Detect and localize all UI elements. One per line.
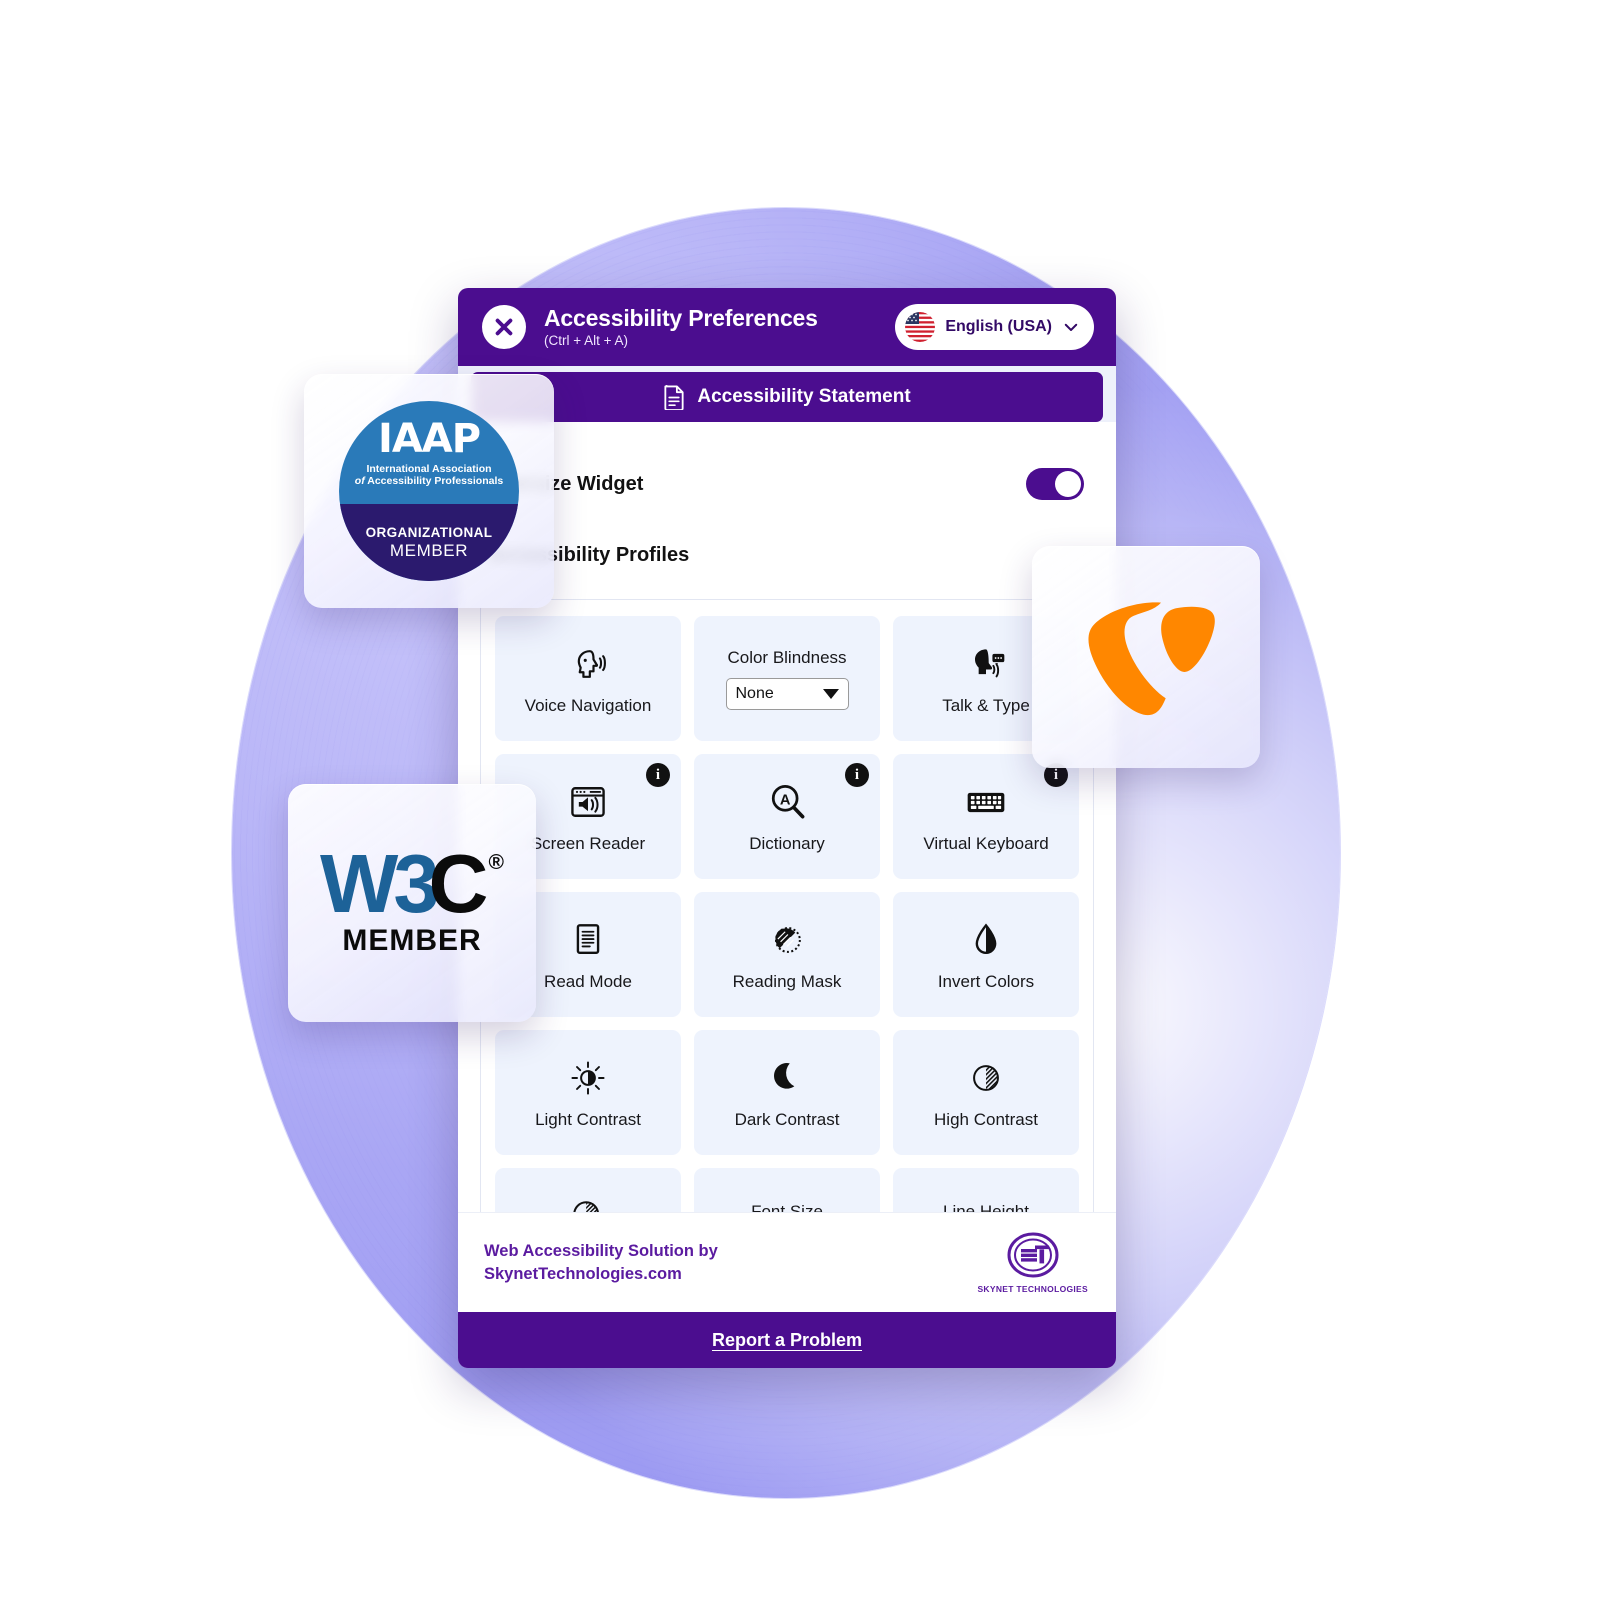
- registered-trademark-icon: ®: [488, 851, 504, 875]
- tile-label: Line Height: [942, 1202, 1029, 1212]
- tile-reading-mask[interactable]: Reading Mask: [694, 892, 880, 1017]
- tile-label: Screen Reader: [530, 833, 646, 853]
- w3c-badge: W3 C ® MEMBER: [320, 837, 504, 957]
- keyboard-shortcut: (Ctrl + Alt + A): [544, 333, 629, 349]
- close-button[interactable]: [482, 305, 526, 349]
- feature-grid: Voice Navigation Color Blindness None Ta…: [495, 616, 1079, 1212]
- iaap-line2-of: of: [354, 474, 365, 487]
- tile-font-size[interactable]: Font Size 100%: [694, 1168, 880, 1212]
- tile-label: Dictionary: [749, 833, 825, 853]
- iaap-acronym: IAAP: [377, 415, 481, 462]
- tile-dark-contrast[interactable]: Dark Contrast: [694, 1030, 880, 1155]
- tile-label: Font Size: [751, 1202, 823, 1212]
- iaap-line2-rest: Accessibility Professionals: [364, 474, 504, 487]
- toggle-knob: [1055, 471, 1081, 497]
- sun-half-icon: [566, 1056, 610, 1100]
- iaap-line1: International Association: [366, 462, 492, 475]
- screen-speaker-icon: [566, 780, 610, 824]
- header-titles: Accessibility Preferences (Ctrl + Alt + …: [544, 304, 877, 349]
- language-label: English (USA): [945, 318, 1052, 335]
- page-title: Accessibility Preferences: [544, 304, 818, 331]
- w3c-mark-blue: W3: [320, 837, 439, 931]
- iaap-badge: IAAP International Association of Access…: [339, 401, 519, 581]
- typo3-badge-card: [1032, 546, 1260, 768]
- language-selector[interactable]: English (USA): [895, 304, 1094, 350]
- accessibility-statement-button[interactable]: Accessibility Statement: [471, 372, 1103, 422]
- speaking-head-icon: [566, 642, 610, 686]
- tile-label: Virtual Keyboard: [923, 833, 1049, 853]
- info-icon[interactable]: i: [845, 763, 869, 787]
- tile-dictionary[interactable]: i A Dictionary: [694, 754, 880, 879]
- tile-virtual-keyboard[interactable]: i Virtual Keyboard: [893, 754, 1079, 879]
- info-icon[interactable]: i: [646, 763, 670, 787]
- oversize-widget-row: Oversize Widget: [476, 422, 1098, 500]
- keyboard-icon: [964, 780, 1008, 824]
- tile-label: Invert Colors: [937, 971, 1035, 991]
- iaap-member: MEMBER: [389, 540, 469, 560]
- iaap-badge-card: IAAP International Association of Access…: [304, 374, 554, 608]
- st-monogram-icon: [1007, 1232, 1059, 1278]
- tile-label: Read Mode: [544, 971, 632, 991]
- tile-label: Reading Mask: [732, 971, 842, 991]
- skynet-technologies-logo: SKYNET TECHNOLOGIES: [977, 1231, 1088, 1294]
- usa-flag-icon: [905, 312, 936, 342]
- accessibility-profiles-label: Accessibility Profiles: [488, 544, 690, 566]
- circle-half-hatched-icon: [964, 1056, 1008, 1100]
- feature-grid-card: Voice Navigation Color Blindness None Ta…: [480, 599, 1094, 1212]
- w3c-member-label: MEMBER: [342, 923, 482, 957]
- iaap-badge-bottom: ORGANIZATIONAL MEMBER: [339, 504, 519, 581]
- tile-voice-navigation[interactable]: Voice Navigation: [495, 616, 681, 741]
- circle-half-gear-icon: [566, 1194, 610, 1212]
- color-blindness-value: None: [735, 684, 774, 702]
- droplet-half-icon: [964, 918, 1008, 962]
- talk-bubble-head-icon: [964, 642, 1008, 686]
- w3c-mark-black: C: [428, 837, 489, 931]
- report-a-problem-button[interactable]: Report a Problem: [458, 1312, 1116, 1368]
- widget-header: Accessibility Preferences (Ctrl + Alt + …: [458, 288, 1116, 366]
- tile-label: Talk & Type: [942, 695, 1030, 715]
- tile-light-contrast[interactable]: Light Contrast: [495, 1030, 681, 1155]
- w3c-badge-card: W3 C ® MEMBER: [288, 784, 536, 1022]
- moon-icon: [765, 1056, 809, 1100]
- report-a-problem-label: Report a Problem: [711, 1329, 863, 1350]
- tile-smart-contrast[interactable]: Smart Contrast: [495, 1168, 681, 1212]
- document-lines-icon: [566, 918, 610, 962]
- accessibility-widget-panel: Accessibility Preferences (Ctrl + Alt + …: [458, 288, 1116, 1368]
- caret-down-icon: [822, 688, 839, 699]
- tile-invert-colors[interactable]: Invert Colors: [893, 892, 1079, 1017]
- tile-label: High Contrast: [934, 1109, 1038, 1129]
- svg-text:A: A: [780, 792, 791, 808]
- mask-brush-icon: [765, 918, 809, 962]
- skynet-logo-name: SKYNET TECHNOLOGIES: [977, 1284, 1088, 1294]
- footer-credit-line2: SkynetTechnologies.com: [484, 1264, 682, 1283]
- screenshot-stage: Accessibility Preferences (Ctrl + Alt + …: [0, 0, 1603, 1619]
- close-x-icon: [495, 318, 513, 336]
- tile-line-height[interactable]: Line Height 100%: [893, 1168, 1079, 1212]
- tile-label: Dark Contrast: [734, 1109, 840, 1129]
- typo3-logo-icon: [1088, 602, 1215, 716]
- color-blindness-select[interactable]: None: [725, 677, 849, 710]
- document-icon: [664, 384, 684, 410]
- tile-label: Voice Navigation: [524, 695, 652, 715]
- oversize-widget-toggle[interactable]: [1026, 468, 1084, 500]
- statement-area: Accessibility Statement: [458, 366, 1116, 422]
- tile-label: Color Blindness: [727, 647, 847, 667]
- tile-high-contrast[interactable]: High Contrast: [893, 1030, 1079, 1155]
- accessibility-statement-label: Accessibility Statement: [697, 386, 911, 407]
- w3c-wordmark: W3 C ®: [320, 837, 504, 931]
- footer-credit: Web Accessibility Solution by SkynetTech…: [484, 1240, 718, 1284]
- tile-label: Light Contrast: [535, 1109, 641, 1129]
- tile-color-blindness[interactable]: Color Blindness None: [694, 616, 880, 741]
- footer-credit-line1: Web Accessibility Solution by: [484, 1242, 718, 1261]
- magnifier-a-icon: A: [765, 780, 809, 824]
- widget-footer: Web Accessibility Solution by SkynetTech…: [458, 1212, 1116, 1312]
- chevron-down-icon: [1064, 323, 1078, 331]
- iaap-line2: of Accessibility Professionals: [355, 475, 503, 487]
- iaap-badge-top: IAAP International Association of Access…: [339, 401, 519, 504]
- iaap-tier: ORGANIZATIONAL: [365, 524, 493, 540]
- widget-body: Oversize Widget Accessibility Profiles V…: [458, 422, 1116, 1212]
